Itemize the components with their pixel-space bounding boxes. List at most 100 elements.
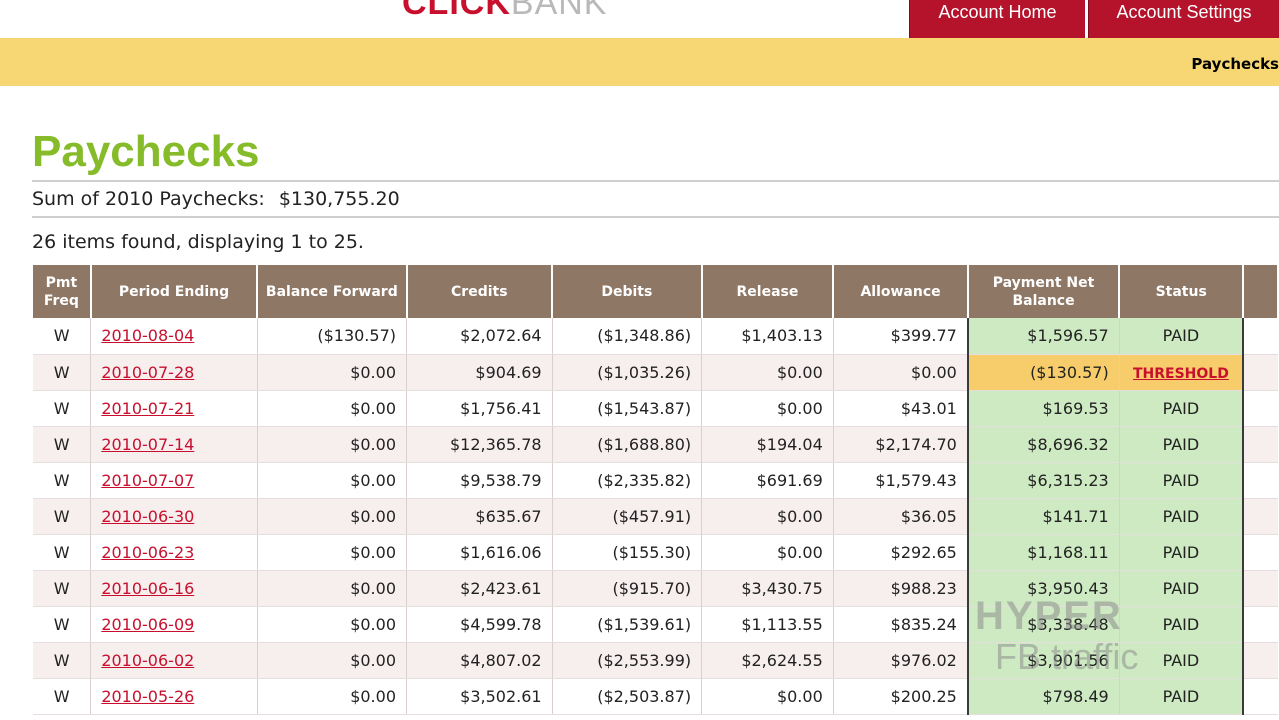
cell-pmt-freq: W xyxy=(33,318,92,355)
cell-allowance: $0.00 xyxy=(833,354,969,391)
divider xyxy=(32,216,1279,218)
table-row: W 2010-06-02 $0.00 $4,807.02 ($2,553.99) $2,6… xyxy=(33,642,1278,679)
cell-balance-forward: $0.00 xyxy=(257,678,408,715)
table-header-row: Pmt Freq Period Ending Balance Forward C… xyxy=(33,265,1279,318)
cell-status: PAID xyxy=(1119,606,1245,643)
table-row: W 2010-05-26 $0.00 $3,502.61 ($2,503.87) $0.0… xyxy=(33,678,1278,715)
col-header-credits[interactable]: Credits xyxy=(406,265,554,318)
period-ending-link[interactable]: 2010-07-28 xyxy=(101,363,194,382)
table-row: W 2010-08-04 ($130.57) $2,072.64 ($1,348.86)… xyxy=(33,318,1278,355)
cell-extra xyxy=(1243,606,1278,643)
cell-credits: $635.67 xyxy=(406,498,553,535)
period-ending-link[interactable]: 2010-06-09 xyxy=(101,615,194,634)
cell-debits: ($155.30) xyxy=(552,534,703,571)
cell-release: $0.00 xyxy=(701,354,834,391)
period-ending-link[interactable]: 2010-06-16 xyxy=(101,579,194,598)
col-header-period-ending[interactable]: Period Ending xyxy=(90,265,259,318)
col-header-payment-net-balance[interactable]: Payment Net Balance xyxy=(967,265,1121,318)
col-header-release[interactable]: Release xyxy=(701,265,835,318)
threshold-link[interactable]: THRESHOLD xyxy=(1133,366,1229,382)
cell-period-ending: 2010-08-04 xyxy=(90,318,258,355)
cell-pmt-freq: W xyxy=(33,390,92,427)
sum-line: Sum of 2010 Paychecks: $130,755.20 xyxy=(32,188,400,210)
cell-release: $0.00 xyxy=(701,678,834,715)
cell-status: PAID xyxy=(1119,318,1245,355)
cell-pmt-freq: W xyxy=(33,354,92,391)
cell-allowance: $399.77 xyxy=(833,318,969,355)
cell-credits: $3,502.61 xyxy=(406,678,553,715)
page-title: Paychecks xyxy=(32,127,260,176)
cell-pmt-freq: W xyxy=(33,426,92,463)
period-ending-link[interactable]: 2010-07-07 xyxy=(101,471,194,490)
cell-balance-forward: ($130.57) xyxy=(257,318,408,355)
cell-extra xyxy=(1243,390,1278,427)
tab-account-settings[interactable]: Account Settings xyxy=(1088,0,1279,38)
clickbank-logo[interactable]: CLICKBANK xyxy=(402,0,607,20)
cell-release: $2,624.55 xyxy=(701,642,834,679)
cell-allowance: $1,579.43 xyxy=(833,462,969,499)
cell-pmt-freq: W xyxy=(33,678,92,715)
table-row: W 2010-06-16 $0.00 $2,423.61 ($915.70) $3,430… xyxy=(33,570,1278,607)
cell-pmt-freq: W xyxy=(33,498,92,535)
cell-net-balance: $6,315.23 xyxy=(966,462,1120,499)
cell-debits: ($2,503.87) xyxy=(552,678,703,715)
cell-debits: ($2,553.99) xyxy=(552,642,703,679)
cell-balance-forward: $0.00 xyxy=(257,426,408,463)
breadcrumb-paychecks[interactable]: Paychecks xyxy=(1191,55,1279,73)
cell-balance-forward: $0.00 xyxy=(257,462,408,499)
cell-credits: $12,365.78 xyxy=(406,426,553,463)
cell-period-ending: 2010-06-16 xyxy=(90,570,258,607)
cell-allowance: $976.02 xyxy=(833,642,969,679)
cell-status: PAID xyxy=(1119,678,1245,715)
items-found-text: 26 items found, displaying 1 to 25. xyxy=(32,231,364,253)
period-ending-link[interactable]: 2010-06-30 xyxy=(101,507,194,526)
period-ending-link[interactable]: 2010-08-04 xyxy=(101,326,194,345)
col-header-pmt-freq[interactable]: Pmt Freq xyxy=(33,265,92,318)
table-row: W 2010-07-21 $0.00 $1,756.41 ($1,543.87) $0.0… xyxy=(33,390,1278,427)
cell-debits: ($2,335.82) xyxy=(552,462,703,499)
cell-net-balance: $8,696.32 xyxy=(966,426,1120,463)
tab-account-home[interactable]: Account Home xyxy=(909,0,1085,38)
table-row: W 2010-07-28 $0.00 $904.69 ($1,035.26) $0.00 $… xyxy=(33,354,1278,391)
cell-allowance: $200.25 xyxy=(833,678,969,715)
cell-release: $691.69 xyxy=(701,462,834,499)
cell-net-balance: $3,950.43 xyxy=(966,570,1120,607)
cell-status: PAID xyxy=(1119,534,1245,571)
cell-debits: ($457.91) xyxy=(552,498,703,535)
cell-extra xyxy=(1243,642,1278,679)
cell-allowance: $2,174.70 xyxy=(833,426,969,463)
cell-release: $0.00 xyxy=(701,390,834,427)
cell-debits: ($1,035.26) xyxy=(552,354,703,391)
cell-release: $1,403.13 xyxy=(701,318,834,355)
cell-allowance: $43.01 xyxy=(833,390,969,427)
cell-pmt-freq: W xyxy=(33,642,92,679)
cell-net-balance: $169.53 xyxy=(966,390,1120,427)
cell-release: $0.00 xyxy=(701,534,834,571)
col-header-status[interactable]: Status xyxy=(1119,265,1245,318)
divider xyxy=(32,180,1279,182)
col-header-allowance[interactable]: Allowance xyxy=(833,265,969,318)
cell-pmt-freq: W xyxy=(33,534,92,571)
cell-extra xyxy=(1243,498,1278,535)
cell-debits: ($1,539.61) xyxy=(552,606,703,643)
period-ending-link[interactable]: 2010-07-21 xyxy=(101,399,194,418)
period-ending-link[interactable]: 2010-06-23 xyxy=(101,543,194,562)
cell-extra xyxy=(1243,462,1278,499)
sum-value: $130,755.20 xyxy=(278,188,400,210)
period-ending-link[interactable]: 2010-05-26 xyxy=(101,687,194,706)
cell-extra xyxy=(1243,678,1278,715)
cell-debits: ($1,348.86) xyxy=(552,318,703,355)
cell-status: THRESHOLD xyxy=(1119,354,1245,391)
period-ending-link[interactable]: 2010-07-14 xyxy=(101,435,194,454)
cell-net-balance: $3,338.48 xyxy=(966,606,1120,643)
cell-balance-forward: $0.00 xyxy=(257,606,408,643)
col-header-balance-forward[interactable]: Balance Forward xyxy=(257,265,408,318)
cell-period-ending: 2010-07-14 xyxy=(90,426,258,463)
cell-release: $0.00 xyxy=(701,498,834,535)
period-ending-link[interactable]: 2010-06-02 xyxy=(101,651,194,670)
col-header-debits[interactable]: Debits xyxy=(552,265,703,318)
table-row: W 2010-07-07 $0.00 $9,538.79 ($2,335.82) $691… xyxy=(33,462,1278,499)
cell-balance-forward: $0.00 xyxy=(257,390,408,427)
table-row: W 2010-06-23 $0.00 $1,616.06 ($155.30) $0.00 $… xyxy=(33,534,1278,571)
cell-credits: $4,807.02 xyxy=(406,642,553,679)
